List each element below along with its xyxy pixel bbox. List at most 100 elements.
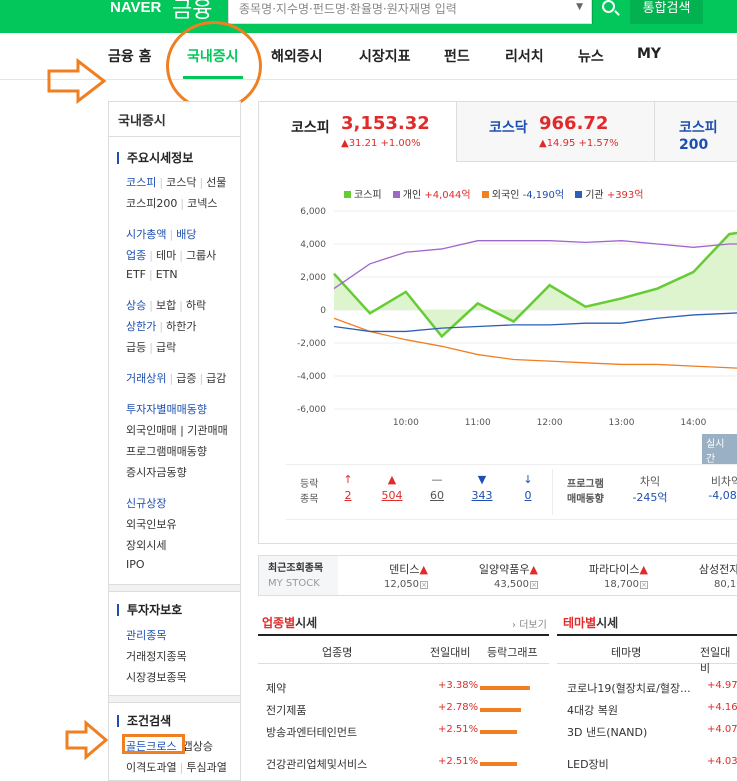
sidebar-item-alert[interactable]: 시장경보종목 bbox=[126, 669, 187, 685]
sidebar-item-investor-trend[interactable]: 투자자별매매동향 bbox=[126, 403, 207, 416]
theme-row[interactable]: 코로나19(혈장치료/혈장...+4.97% bbox=[567, 680, 737, 702]
sidebar-row: 업종 | 테마 | 그룹사 bbox=[126, 249, 217, 262]
naver-logo[interactable]: NAVER bbox=[110, 0, 161, 16]
dropdown-caret-icon[interactable]: ▼ bbox=[576, 2, 583, 12]
close-icon[interactable]: × bbox=[530, 581, 538, 589]
sidebar-item-surge[interactable]: 급등 bbox=[126, 341, 146, 354]
sidebar-item-theme[interactable]: 테마 bbox=[156, 249, 176, 262]
stat-lower-limit[interactable]: ↓ 0 bbox=[518, 473, 538, 502]
sidebar-item-disparity[interactable]: 이격도과열 bbox=[126, 761, 177, 774]
sidebar-item-lower-limit[interactable]: 하한가 bbox=[166, 320, 196, 333]
sector-row[interactable]: 전기제품 +2.78% bbox=[266, 702, 549, 724]
tab-kospi[interactable]: 코스피 3,153.32 ▲31.21 +1.00% bbox=[259, 102, 457, 162]
theme-row[interactable]: 3D 낸드(NAND)+4.07% bbox=[567, 724, 737, 746]
recent-item[interactable]: 덴티스▲ 12,050 × bbox=[338, 561, 428, 590]
sidebar-item-foreign-inst[interactable]: 외국인매매 | 기관매매 bbox=[126, 422, 228, 438]
nav-fund[interactable]: 펀드 bbox=[444, 46, 470, 66]
sidebar-item-plunge[interactable]: 급락 bbox=[156, 341, 176, 354]
sidebar-item-gap-up[interactable]: 갭상승 bbox=[183, 740, 213, 753]
search-box: ▼ bbox=[228, 0, 592, 24]
sidebar-item-kospi200[interactable]: 코스피200 bbox=[126, 197, 177, 210]
sidebar-item-volume-top[interactable]: 거래상위 bbox=[126, 372, 166, 385]
sidebar-item-new-listing[interactable]: 신규상장 bbox=[126, 497, 166, 510]
search-input[interactable] bbox=[229, 0, 559, 23]
close-icon[interactable]: × bbox=[420, 581, 428, 589]
finance-logo[interactable]: 금융 bbox=[172, 0, 212, 24]
series-line-3 bbox=[333, 312, 737, 333]
sidebar-item-kospi[interactable]: 코스피 bbox=[126, 176, 156, 189]
nav-finance-home[interactable]: 금융 홈 bbox=[108, 46, 152, 66]
recent-item[interactable]: 삼성전자우▲80,100× bbox=[658, 561, 737, 590]
sidebar-item-etn[interactable]: ETN bbox=[156, 268, 178, 281]
sidebar-item-program-trend[interactable]: 프로그램매매동향 bbox=[126, 443, 207, 459]
sidebar-divider bbox=[109, 584, 240, 592]
sidebar-item-sentiment[interactable]: 투심과열 bbox=[186, 761, 226, 774]
stat-rise[interactable]: ▲ 504 bbox=[378, 473, 406, 502]
sidebar-item-futures[interactable]: 선물 bbox=[206, 176, 226, 189]
recent-stocks: 최근조회종목 MY STOCK 덴티스▲ 12,050 × 일양약품우▲ 43,500 ×… bbox=[258, 555, 737, 596]
sidebar-item-volume-drop[interactable]: 급감 bbox=[206, 372, 226, 385]
sidebar-section-protect[interactable]: 투자자보호 bbox=[117, 604, 182, 616]
theme-section-title: 테마별시세 bbox=[563, 616, 619, 630]
close-icon[interactable]: × bbox=[640, 581, 648, 589]
sidebar-item-konex[interactable]: 코넥스 bbox=[187, 197, 217, 210]
sidebar-item-kosdaq[interactable]: 코스닥 bbox=[166, 176, 196, 189]
sidebar-item-foreign-holding[interactable]: 외국인보유 bbox=[126, 516, 177, 532]
tab-change: ▲14.95 +1.57% bbox=[539, 138, 619, 149]
sidebar-item-otc[interactable]: 장외시세 bbox=[126, 537, 166, 553]
lower-limit-icon: ↓ bbox=[523, 473, 533, 486]
sector-row[interactable]: 제약 +3.38% bbox=[266, 680, 549, 702]
y-tick-label: 0 bbox=[320, 306, 326, 316]
sidebar-section-search[interactable]: 조건검색 bbox=[117, 715, 171, 727]
stat-flat[interactable]: —60 bbox=[426, 473, 448, 502]
sidebar-row: 관리종목 bbox=[126, 627, 166, 643]
nav-research[interactable]: 리서치 bbox=[505, 46, 544, 66]
more-link[interactable]: › 더보기 bbox=[512, 616, 547, 631]
tab-kospi200[interactable]: 코스피200 bbox=[655, 102, 737, 162]
series-line-2 bbox=[333, 317, 737, 369]
sidebar-item-volume-surge[interactable]: 급증 bbox=[176, 372, 196, 385]
sidebar-row: 투자자별매매동향 bbox=[126, 401, 207, 417]
theme-table-header: 테마명 전일대비 bbox=[557, 634, 737, 675]
x-tick-label: 12:00 bbox=[537, 418, 563, 428]
upper-limit-icon: ↑ bbox=[343, 473, 353, 486]
sidebar-item-fall[interactable]: 하락 bbox=[186, 299, 206, 312]
legend-swatch bbox=[481, 191, 489, 198]
search-button[interactable] bbox=[592, 0, 626, 24]
stat-upper-limit[interactable]: ↑ 2 bbox=[338, 473, 358, 502]
nav-news[interactable]: 뉴스 bbox=[578, 46, 604, 66]
tab-change: ▲31.21 +1.00% bbox=[341, 138, 421, 149]
y-tick-label: -2,000 bbox=[297, 339, 326, 349]
stat-fall[interactable]: ▼ 343 bbox=[468, 473, 496, 502]
sidebar-item-suspended[interactable]: 거래정지종목 bbox=[126, 648, 187, 664]
sidebar-item-group[interactable]: 그룹사 bbox=[186, 249, 216, 262]
sidebar-row: ETF | ETN bbox=[126, 268, 178, 281]
annotation-circle bbox=[166, 21, 262, 111]
integrated-search-button[interactable]: 통합검색 bbox=[630, 0, 703, 24]
sector-section-title: 업종별시세 bbox=[262, 616, 318, 630]
theme-row[interactable]: LED장비+4.03% bbox=[567, 756, 737, 778]
advance-decline-panel: 등락 종목 ↑ 2 ▲ 504 —60 ▼ 343 ↓ 0 프로그램 매매동향 차익 -245… bbox=[286, 464, 737, 520]
sidebar-item-flat[interactable]: 보합 bbox=[156, 299, 176, 312]
recent-item[interactable]: 일양약품우▲ 43,500 × bbox=[438, 561, 538, 590]
sidebar-item-dividend[interactable]: 배당 bbox=[176, 228, 196, 241]
sector-row[interactable]: 방송과엔터테인먼트 +2.51% bbox=[266, 724, 549, 746]
sector-row[interactable]: 건강관리업체및서비스 +2.51% bbox=[266, 756, 549, 778]
sidebar-item-sector[interactable]: 업종 bbox=[126, 249, 146, 262]
sidebar-item-ipo[interactable]: IPO bbox=[126, 558, 145, 571]
recent-item[interactable]: 파라다이스▲ 18,700 × bbox=[548, 561, 648, 590]
sidebar-item-managed[interactable]: 관리종목 bbox=[126, 629, 166, 642]
nav-my[interactable]: MY bbox=[637, 46, 661, 62]
tab-kosdaq[interactable]: 코스닥 966.72 ▲14.95 +1.57% bbox=[457, 102, 655, 162]
sidebar-row: 이격도과열 | 투심과열 bbox=[126, 761, 227, 774]
sidebar-item-fund-trend[interactable]: 증시자금동향 bbox=[126, 464, 187, 480]
sidebar-item-market-cap[interactable]: 시가총액 bbox=[126, 228, 166, 241]
sidebar-section-main-index[interactable]: 주요시세정보 bbox=[117, 152, 193, 164]
nav-overseas[interactable]: 해외증시 bbox=[271, 46, 323, 66]
sidebar-item-upper-limit[interactable]: 상한가 bbox=[126, 320, 156, 333]
sidebar-item-etf[interactable]: ETF bbox=[126, 268, 146, 281]
sidebar-item-rise[interactable]: 상승 bbox=[126, 299, 146, 312]
legend-swatch bbox=[344, 191, 351, 198]
theme-row[interactable]: 4대강 복원+4.16% bbox=[567, 702, 737, 724]
nav-market-index[interactable]: 시장지표 bbox=[359, 46, 411, 66]
